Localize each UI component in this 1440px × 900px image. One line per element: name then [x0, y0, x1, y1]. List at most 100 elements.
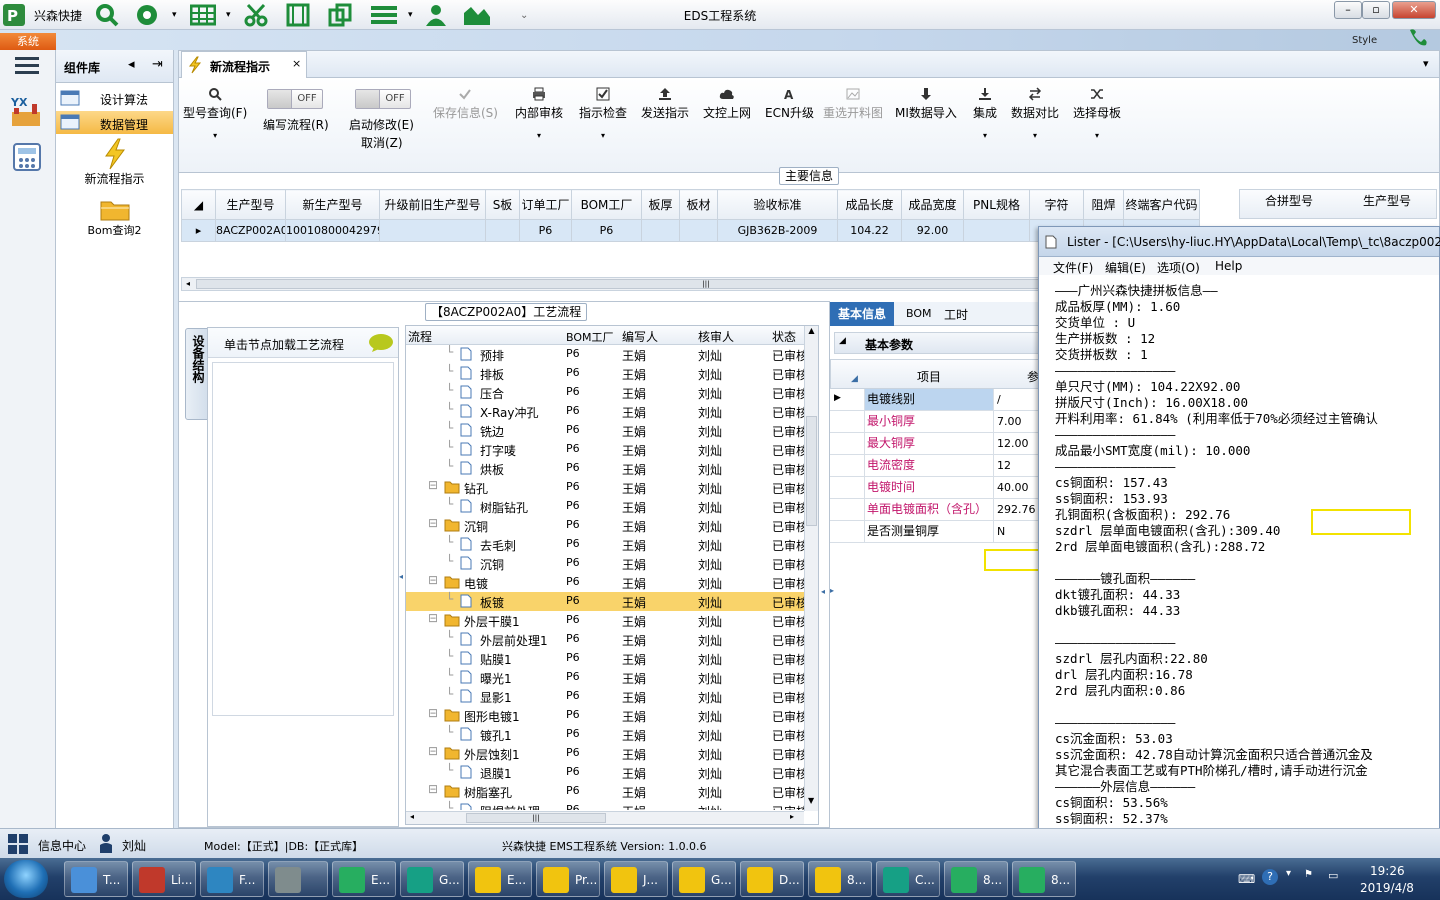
taskbar-button[interactable]: Pr...: [536, 861, 600, 897]
table-cell[interactable]: 8ACZP002A0: [215, 219, 286, 242]
param-value[interactable]: 40.00: [995, 477, 1040, 498]
table-cell[interactable]: [963, 219, 1030, 242]
tree-row[interactable]: └ 排板 P6 王娟 刘灿 已审核: [406, 364, 804, 383]
param-value[interactable]: /: [995, 389, 1040, 410]
start-button[interactable]: [4, 860, 48, 898]
column-header[interactable]: 成品宽度: [901, 189, 964, 220]
mi-import-button[interactable]: MI数据导入: [895, 84, 957, 121]
user-icon[interactable]: [424, 2, 448, 28]
sidebar-item-data-management[interactable]: 数据管理: [56, 111, 173, 134]
column-header[interactable]: 板厚: [641, 189, 680, 220]
dropdown-arrow-icon[interactable]: ▾: [226, 2, 231, 28]
column-header[interactable]: BOM工厂: [566, 329, 614, 345]
tree-row[interactable]: └ 预排 P6 王娟 刘灿 已审核: [406, 345, 804, 364]
tree-row[interactable]: └ 显影1 P6 王娟 刘灿 已审核: [406, 687, 804, 706]
table-cell[interactable]: GJB362B-2009: [717, 219, 838, 242]
param-row[interactable]: 电流密度 12: [830, 455, 1040, 477]
table-cell[interactable]: [379, 219, 486, 242]
tree-row[interactable]: └ 烘板 P6 王娟 刘灿 已审核: [406, 459, 804, 478]
tree-row[interactable]: ⊟ 电镀 P6 王娟 刘灿 已审核: [406, 573, 804, 592]
tree-row[interactable]: └ 镀孔1 P6 王娟 刘灿 已审核: [406, 725, 804, 744]
chart-icon[interactable]: [462, 2, 492, 28]
column-header[interactable]: 核审人: [698, 328, 734, 345]
param-row[interactable]: 电镀时间 40.00: [830, 477, 1040, 499]
taskbar-button[interactable]: E...: [332, 861, 396, 897]
film-icon[interactable]: [286, 2, 310, 28]
maximize-button[interactable]: ▫: [1362, 1, 1390, 19]
taskbar-button[interactable]: C...: [876, 861, 940, 897]
param-group-header[interactable]: ◢ 基本参数: [834, 332, 1040, 354]
factory-icon[interactable]: YX: [10, 94, 44, 128]
clock-date[interactable]: 2019/4/8: [1360, 881, 1414, 895]
param-row[interactable]: 最小铜厚 7.00: [830, 411, 1040, 433]
cancel-label[interactable]: 取消(Z): [361, 134, 403, 151]
tray-arrow-icon[interactable]: ▾: [1286, 868, 1291, 879]
column-header[interactable]: 项目: [917, 368, 941, 385]
table-cell[interactable]: [485, 219, 520, 242]
table-cell[interactable]: P6: [571, 219, 642, 242]
taskbar-button[interactable]: Li...: [132, 861, 196, 897]
search-icon[interactable]: [94, 2, 120, 28]
style-label[interactable]: Style: [1352, 35, 1377, 46]
param-value[interactable]: 12: [995, 455, 1040, 476]
tree-row[interactable]: └ 板镀 P6 王娟 刘灿 已审核: [406, 592, 804, 611]
scroll-left-icon[interactable]: ◂: [410, 812, 414, 821]
taskbar-button[interactable]: E...: [468, 861, 532, 897]
menu-file[interactable]: 文件(F): [1053, 259, 1093, 276]
tree-row[interactable]: └ 阻焊前处理 P6 王娟 刘灿 已审核: [406, 801, 804, 810]
splitter-arrow-icon[interactable]: ◂: [821, 587, 825, 596]
calculator-icon[interactable]: [12, 142, 42, 172]
param-row[interactable]: ▶ 电镀线别 /: [830, 389, 1040, 411]
scroll-up-icon[interactable]: ▲: [805, 326, 818, 335]
column-header[interactable]: 流程: [408, 328, 432, 345]
param-row[interactable]: 是否测量铜厚 N: [830, 521, 1040, 543]
tab-basic-info[interactable]: 基本信息: [830, 302, 894, 326]
tree-row[interactable]: └ 曝光1 P6 王娟 刘灿 已审核: [406, 668, 804, 687]
table-cell[interactable]: 10010800042979: [285, 219, 380, 242]
column-header[interactable]: 状态: [772, 328, 796, 345]
menu-help[interactable]: Help: [1215, 259, 1242, 273]
taskbar-button[interactable]: [268, 861, 328, 897]
lifebuoy-icon[interactable]: [134, 2, 160, 28]
column-header[interactable]: 生产型号: [215, 189, 286, 220]
tree-row[interactable]: └ 沉铜 P6 王娟 刘灿 已审核: [406, 554, 804, 573]
tab-work-hours[interactable]: 工时: [944, 306, 968, 323]
save-info-button[interactable]: 保存信息(S): [433, 84, 498, 121]
vertical-scrollbar[interactable]: ▲ ▼: [804, 326, 818, 811]
tree-row[interactable]: ⊟ 图形电镀1 P6 王娟 刘灿 已审核: [406, 706, 804, 725]
taskbar-button[interactable]: G...: [400, 861, 464, 897]
column-header[interactable]: 升级前旧生产型号: [379, 189, 486, 220]
edit-flow-toggle[interactable]: OFF: [267, 89, 323, 109]
dropdown-arrow-icon[interactable]: ▾: [172, 2, 177, 28]
info-center[interactable]: 信息中心: [38, 837, 86, 854]
param-value[interactable]: N: [995, 521, 1040, 542]
select-mother-button[interactable]: 选择母板 ▾: [1073, 84, 1121, 140]
minimize-button[interactable]: –: [1334, 1, 1362, 19]
clock-time[interactable]: 19:26: [1370, 864, 1405, 878]
table-cell[interactable]: 92.00: [901, 219, 964, 242]
taskbar-button[interactable]: G...: [672, 861, 736, 897]
compare-button[interactable]: 数据对比 ▾: [1011, 84, 1059, 140]
customize-icon[interactable]: ⌄: [520, 2, 528, 28]
column-header[interactable]: 验收标准: [717, 189, 838, 220]
copy-icon[interactable]: [328, 2, 352, 28]
tree-row[interactable]: ⊟ 外层蚀刻1 P6 王娟 刘灿 已审核: [406, 744, 804, 763]
lister-content[interactable]: ———广州兴森快捷拼板信息—— 成品板厚(MM): 1.60 交货单位 : U 生产拼…: [1039, 277, 1439, 859]
column-header[interactable]: 终端客户代码: [1123, 189, 1200, 220]
taskbar-button[interactable]: J...: [604, 861, 668, 897]
tree-row[interactable]: └ 贴膜1 P6 王娟 刘灿 已审核: [406, 649, 804, 668]
tree-row[interactable]: └ 打字唛 P6 王娟 刘灿 已审核: [406, 440, 804, 459]
tab-new-flow[interactable]: 新流程指示 ×: [181, 51, 307, 78]
column-header[interactable]: 生产型号: [1338, 190, 1436, 218]
column-header[interactable]: 合拼型号: [1240, 190, 1338, 218]
integrate-button[interactable]: 集成 ▾: [973, 84, 997, 140]
column-header[interactable]: 板材: [679, 189, 718, 220]
scroll-down-icon[interactable]: ▼: [808, 796, 814, 805]
column-header[interactable]: 订单工厂: [519, 189, 572, 220]
keyboard-icon[interactable]: ⌨: [1238, 872, 1255, 886]
lister-titlebar[interactable]: Lister - [C:\Users\hy-liuc.HY\AppData\Lo…: [1039, 227, 1440, 257]
tool-bom-query[interactable]: Bom查询2: [56, 196, 173, 242]
taskbar-button[interactable]: F...: [200, 861, 264, 897]
send-instruction-button[interactable]: 发送指示: [641, 84, 689, 121]
ecn-upgrade-button[interactable]: A ECN升级: [765, 84, 814, 121]
